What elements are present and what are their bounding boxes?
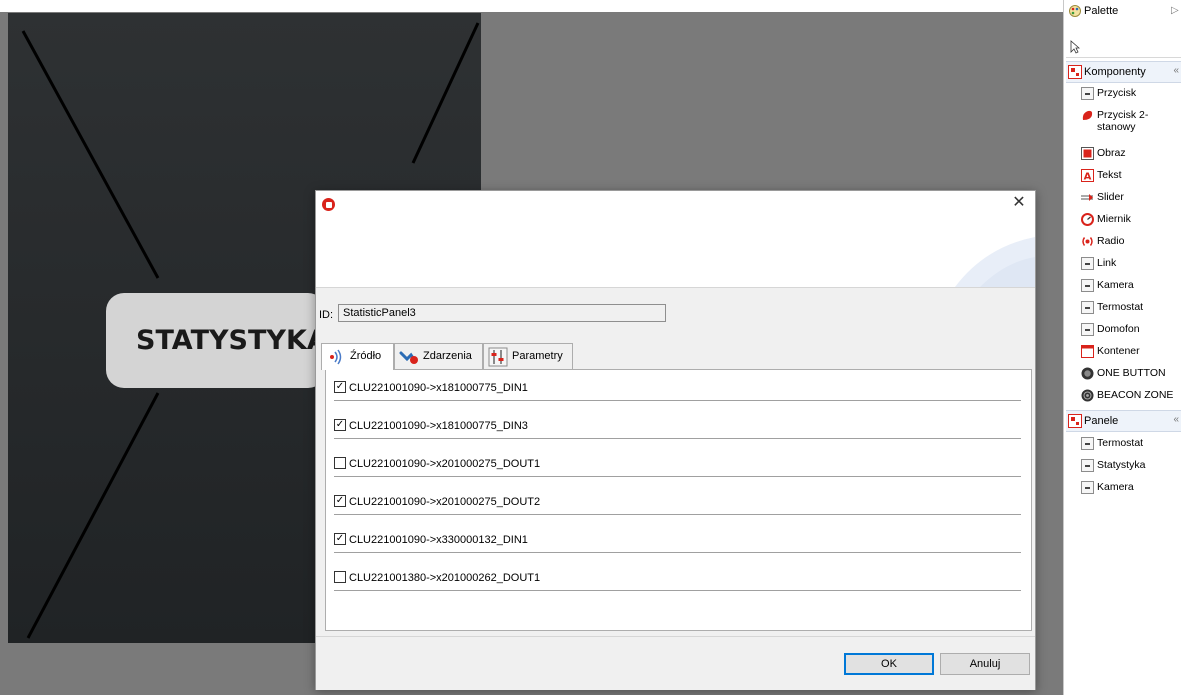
canvas-top-strip — [0, 0, 1063, 12]
palette-item-label: ONE BUTTON — [1097, 367, 1166, 379]
cancel-button[interactable]: Anuluj — [940, 653, 1030, 675]
palette-item-label: Domofon — [1097, 323, 1140, 335]
tab-events[interactable]: Zdarzenia — [394, 343, 483, 369]
svg-text:A: A — [1084, 172, 1092, 183]
camera-panel-icon — [1081, 481, 1094, 494]
source-checkbox[interactable] — [334, 571, 346, 583]
beacon-zone-icon — [1081, 389, 1094, 402]
palette-icon — [1069, 5, 1081, 17]
one-button-icon — [1081, 367, 1094, 380]
palette-item-label: Kontener — [1097, 345, 1140, 357]
source-row[interactable]: CLU221001090->x201000275_DOUT1 — [334, 449, 1021, 477]
text-icon: A — [1081, 169, 1094, 182]
source-row[interactable]: ✓ CLU221001090->x181000775_DIN3 — [334, 411, 1021, 439]
tab-parameters[interactable]: Parametry — [483, 343, 573, 369]
source-checkbox[interactable] — [334, 457, 346, 469]
link-icon — [1081, 257, 1094, 270]
palette-item-label: Termostat — [1097, 437, 1144, 449]
source-checkbox[interactable]: ✓ — [334, 495, 346, 507]
thermostat-icon — [1081, 301, 1094, 314]
dialog-titlebar[interactable]: ✕ — [316, 191, 1035, 217]
palette-item-label: Przycisk 2- stanowy — [1097, 109, 1148, 133]
palette-item-label: Przycisk — [1097, 87, 1137, 99]
statistics-properties-dialog: ✕ ID: Źródło Zdarzenia — [315, 190, 1036, 690]
events-icon — [399, 351, 418, 364]
id-input[interactable] — [338, 304, 666, 322]
components-drawer-icon — [1068, 65, 1082, 79]
drawer-components[interactable]: Komponenty « — [1066, 61, 1181, 83]
source-label: CLU221001090->x330000132_DIN1 — [349, 534, 528, 546]
panel-title-label: STATYSTYKA — [106, 293, 326, 388]
close-button[interactable]: ✕ — [1011, 195, 1027, 211]
radio-icon — [1082, 237, 1093, 246]
source-label: CLU221001380->x201000262_DOUT1 — [349, 572, 541, 584]
gauge-icon — [1081, 213, 1094, 226]
banner-swoosh-decoration — [955, 237, 1035, 287]
pointer-icon — [1070, 40, 1080, 54]
source-checkbox[interactable]: ✓ — [334, 381, 346, 393]
selection-tool[interactable] — [1066, 37, 1181, 58]
dialog-banner — [316, 217, 1035, 287]
palette-item-label: Obraz — [1097, 147, 1126, 159]
palette-header: Palette ▷ — [1064, 0, 1182, 36]
button-icon — [1081, 87, 1094, 100]
palette-item-label: Termostat — [1097, 301, 1144, 313]
source-tab-content: ✓ CLU221001090->x181000775_DIN1 ✓ CLU221… — [325, 369, 1032, 631]
source-checkbox[interactable]: ✓ — [334, 419, 346, 431]
parameters-icon — [488, 347, 508, 367]
palette-item-label: Radio — [1097, 235, 1125, 247]
palette-panel: Palette ▷ Komponenty « Przycisk Przycisk… — [1063, 0, 1182, 695]
collapse-icon[interactable]: « — [1173, 414, 1179, 425]
palette-title: Palette — [1084, 5, 1119, 17]
palette-item-label: Miernik — [1097, 213, 1131, 225]
drawer-panels[interactable]: Panele « — [1066, 410, 1181, 432]
source-icon — [330, 349, 342, 365]
home-icon — [322, 198, 335, 211]
source-checkbox[interactable]: ✓ — [334, 533, 346, 545]
toggle-label-line1: Przycisk 2- — [1097, 109, 1149, 121]
source-row[interactable]: CLU221001380->x201000262_DOUT1 — [334, 563, 1021, 591]
tab-events-label: Zdarzenia — [423, 350, 472, 362]
tab-source[interactable]: Źródło — [321, 343, 394, 370]
palette-item-label: Link — [1097, 257, 1117, 269]
palette-item-label: Kamera — [1097, 481, 1134, 493]
slider-icon — [1081, 194, 1093, 201]
intercom-icon — [1081, 323, 1094, 336]
collapse-icon[interactable]: « — [1173, 65, 1179, 76]
palette-item-label: Statystyka — [1097, 459, 1146, 471]
source-label: CLU221001090->x181000775_DIN3 — [349, 420, 528, 432]
palette-expand-icon[interactable]: ▷ — [1171, 5, 1179, 16]
ok-button[interactable]: OK — [844, 653, 934, 675]
statistics-panel-icon — [1081, 459, 1094, 472]
palette-item-label: Tekst — [1097, 169, 1122, 181]
source-label: CLU221001090->x201000275_DOUT1 — [349, 458, 541, 470]
thermostat-panel-icon — [1081, 437, 1094, 450]
toggle-label-line2: stanowy — [1097, 121, 1136, 133]
source-row[interactable]: ✓ CLU221001090->x181000775_DIN1 — [334, 373, 1021, 401]
palette-item-label: Slider — [1097, 191, 1124, 203]
toggle-button-icon — [1082, 110, 1093, 120]
panels-drawer-icon — [1068, 414, 1082, 428]
dialog-footer: OK Anuluj — [316, 636, 1035, 690]
tab-source-label: Źródło — [350, 350, 382, 362]
source-label: CLU221001090->x181000775_DIN1 — [349, 382, 528, 394]
source-row[interactable]: ✓ CLU221001090->x201000275_DOUT2 — [334, 487, 1021, 515]
tab-parameters-label: Parametry — [512, 350, 563, 362]
image-icon — [1081, 147, 1094, 160]
source-label: CLU221001090->x201000275_DOUT2 — [349, 496, 541, 508]
palette-item-label: Kamera — [1097, 279, 1134, 291]
drawer-panels-label: Panele — [1084, 415, 1119, 427]
source-row[interactable]: ✓ CLU221001090->x330000132_DIN1 — [334, 525, 1021, 553]
palette-item-label: BEACON ZONE — [1097, 389, 1174, 401]
id-label: ID: — [319, 309, 334, 321]
container-icon — [1081, 345, 1094, 358]
camera-icon — [1081, 279, 1094, 292]
drawer-components-label: Komponenty — [1084, 66, 1146, 78]
